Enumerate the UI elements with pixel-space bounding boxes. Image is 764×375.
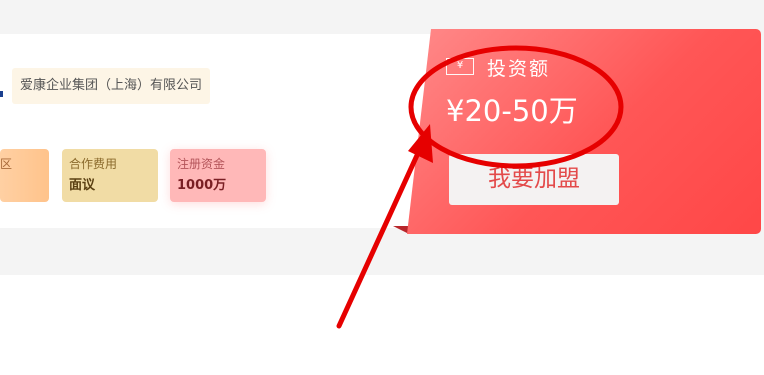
stat-registered-capital: 注册资金 1000万	[170, 149, 266, 202]
join-franchise-button[interactable]: 我要加盟	[449, 154, 619, 205]
investment-label: 投资额	[487, 58, 551, 80]
investment-amount: ¥20-50万	[446, 94, 578, 128]
company-name-tag: 爱康企业集团（上海）有限公司	[12, 68, 211, 104]
panel-fold-corner	[393, 226, 409, 234]
franchise-info-card: 爱康企业集团（上海）有限公司 区 合作费用 面议 注册资金 1000万	[0, 34, 452, 228]
company-name: 爱康企业集团（上海）有限公司	[20, 78, 203, 93]
stat-fee-value: 面议	[69, 178, 96, 193]
stat-cooperation-fee: 合作费用 面议	[62, 149, 158, 202]
stat-capital-label: 注册资金	[177, 157, 226, 171]
content-area	[0, 275, 764, 375]
banknote-icon: ¥	[446, 58, 474, 75]
stat-region-label: 区	[0, 157, 13, 171]
stat-capital-value: 1000万	[177, 178, 227, 193]
logo-edge	[0, 91, 3, 97]
stat-fee-label: 合作费用	[69, 157, 118, 171]
stat-region: 区	[0, 149, 49, 202]
